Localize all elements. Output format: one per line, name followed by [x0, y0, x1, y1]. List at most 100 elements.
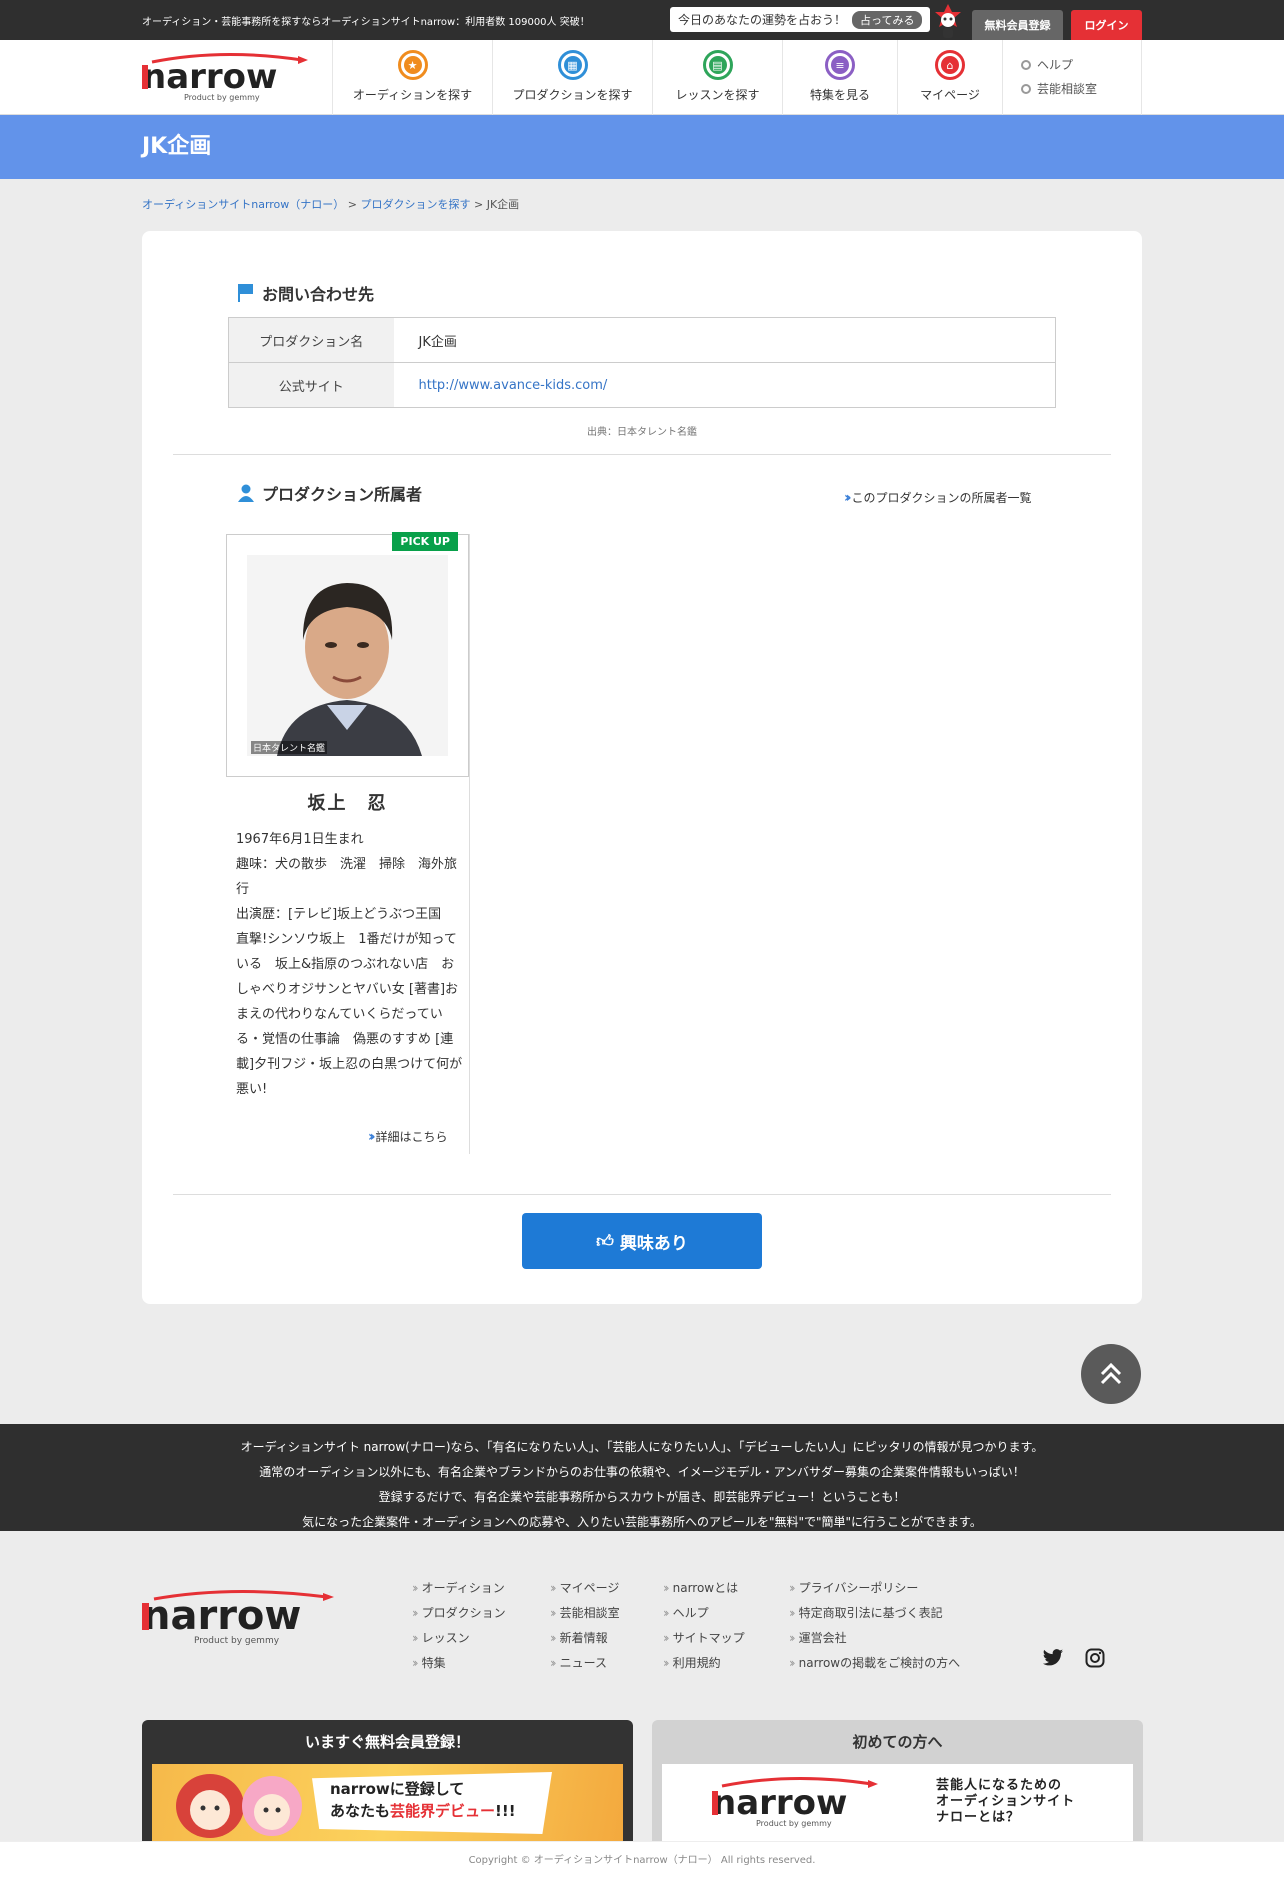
- svg-text:narrow: narrow: [142, 57, 277, 97]
- contact-title: お問い合わせ先: [238, 281, 374, 305]
- about-text-1: 芸能人になるための: [936, 1778, 1063, 1793]
- login-button[interactable]: ログイン: [1071, 10, 1142, 40]
- main-card: お問い合わせ先 プロダクション名 JK企画 公式サイト http://www.a…: [142, 231, 1142, 1304]
- flag-icon: [238, 284, 253, 302]
- member-bio: 1967年6月1日生まれ 趣味：犬の散歩 洗濯 掃除 海外旅行 出演歴：[テレビ…: [236, 832, 463, 1097]
- narrow-logo[interactable]: narrow Product by gemmy: [142, 50, 312, 102]
- member-list-link[interactable]: ›› このプロダクションの所属者一覧: [844, 489, 1032, 506]
- nav-mypage[interactable]: ⌂ マイページ: [897, 40, 1002, 115]
- fortune-banner[interactable]: 今日のあなたの運勢を占おう！ 占ってみる: [670, 7, 931, 32]
- fortune-text: 今日のあなたの運勢を占おう！: [678, 13, 847, 27]
- interest-button[interactable]: 👍︎ 興味あり: [522, 1213, 762, 1269]
- table-row: 公式サイト http://www.avance-kids.com/: [228, 362, 1056, 408]
- nav-auditions[interactable]: ★ オーディションを探す: [332, 40, 492, 115]
- fortune-button[interactable]: 占ってみる: [852, 10, 923, 29]
- footer-logo[interactable]: narrow Product by gemmy: [142, 1585, 342, 1645]
- footer-link[interactable]: ›› 特定商取引法に基づく表記: [789, 1600, 960, 1625]
- nav-label: オーディションを探す: [352, 88, 473, 102]
- nav-label: レッスンを探す: [675, 88, 760, 102]
- thumbs-up-icon: 👍︎: [596, 1231, 614, 1252]
- page-top-button[interactable]: [1081, 1344, 1141, 1404]
- footer-link[interactable]: ›› 芸能相談室: [550, 1600, 620, 1625]
- nav-features[interactable]: ≡ 特集を見る: [782, 40, 897, 115]
- row-label: 公式サイト: [228, 362, 394, 408]
- breadcrumb: オーディションサイトnarrow（ナロー） > プロダクションを探す > JK企…: [142, 198, 520, 211]
- footer-links-col4: ›› プライバシーポリシー ›› 特定商取引法に基づく表記 ›› 運営会社 ›› nar…: [789, 1575, 960, 1675]
- footer-links-col3: ›› narrowとは ›› ヘルプ ›› サイトマップ ›› 利用規約: [663, 1575, 745, 1675]
- header-side-links: ヘルプ 芸能相談室: [1002, 40, 1142, 115]
- member-detail-link[interactable]: ›› 詳細はこちら: [368, 1128, 448, 1145]
- footer-link[interactable]: ›› 新着情報: [550, 1625, 620, 1650]
- nav-label: マイページ: [920, 88, 980, 102]
- copyright: Copyright © オーディションサイトnarrow（ナロー） All ri…: [0, 1841, 1284, 1879]
- twitter-icon[interactable]: [1042, 1648, 1064, 1668]
- breadcrumb-current: JK企画: [486, 198, 520, 211]
- svg-text:narrow: narrow: [142, 1593, 301, 1639]
- table-row: プロダクション名 JK企画: [228, 317, 1056, 363]
- mascot-icon: [935, 4, 961, 38]
- promo-banner[interactable]: narrowに登録して あなたも芸能界デビュー!!!: [152, 1764, 623, 1842]
- footer-link[interactable]: ›› 利用規約: [663, 1650, 745, 1675]
- about-promo[interactable]: 初めての方へ narrow Product by gemmy 芸能人になるための…: [652, 1720, 1143, 1842]
- help-link[interactable]: ヘルプ: [1021, 56, 1141, 73]
- footer-link[interactable]: ›› 運営会社: [789, 1625, 960, 1650]
- footer-link[interactable]: ›› オーディション: [412, 1575, 506, 1600]
- promo-title: 初めての方へ: [852, 1733, 943, 1751]
- svg-text:Product by gemmy: Product by gemmy: [756, 1819, 832, 1828]
- narrow-logo: narrow Product by gemmy: [712, 1776, 878, 1828]
- circle-icon: [1021, 83, 1031, 94]
- double-chevron-icon: ››: [368, 1128, 375, 1145]
- breadcrumb-productions[interactable]: プロダクションを探す: [361, 198, 471, 211]
- nav-label: 特集を見る: [809, 88, 870, 102]
- svg-text:Product by gemmy: Product by gemmy: [184, 93, 260, 102]
- top-bar: オーディション・芸能事務所を探すならオーディションサイトnarrow：利用者数 …: [0, 0, 1284, 40]
- row-label: プロダクション名: [228, 317, 394, 363]
- about-banner[interactable]: narrow Product by gemmy 芸能人になるための オーディショ…: [662, 1764, 1133, 1842]
- promo-line2: あなたも芸能界デビュー!!!: [330, 1802, 516, 1820]
- register-button[interactable]: 無料会員登録: [972, 10, 1063, 40]
- home-icon: ⌂: [935, 50, 965, 80]
- promo-title: いますぐ無料会員登録！: [304, 1733, 470, 1751]
- divider: [173, 1194, 1111, 1195]
- member-photo-frame[interactable]: 日本タレント名鑑 PICK UP: [226, 532, 469, 777]
- double-up-chevron-icon: [1100, 1362, 1122, 1385]
- divider: [173, 454, 1111, 455]
- double-chevron-icon: ››: [844, 489, 851, 506]
- breadcrumb-home[interactable]: オーディションサイトnarrow（ナロー）: [142, 198, 344, 211]
- promo-line1: narrowに登録して: [330, 1780, 465, 1798]
- about-text-2: オーディションサイト: [936, 1794, 1076, 1809]
- svg-text:narrow: narrow: [712, 1783, 847, 1823]
- main-nav: ★ オーディションを探す ▦ プロダクションを探す ▤ レッスンを探す ≡ 特集…: [332, 40, 1002, 115]
- footer-links-col2: ›› マイページ ›› 芸能相談室 ›› 新着情報 ›› ニュース: [550, 1575, 620, 1675]
- footer-link[interactable]: ›› プロダクション: [412, 1600, 506, 1625]
- member-photo: [247, 555, 448, 756]
- building-icon: ▦: [557, 50, 588, 80]
- circle-icon: [1021, 59, 1031, 70]
- footer-link[interactable]: ›› ニュース: [550, 1650, 620, 1675]
- footer-link[interactable]: ›› マイページ: [550, 1575, 620, 1600]
- footer-links-col1: ›› オーディション ›› プロダクション ›› レッスン ›› 特集: [412, 1575, 506, 1675]
- member-card[interactable]: 日本タレント名鑑 PICK UP 坂上 忍 1967年6月1日生まれ 趣味：犬の…: [226, 532, 470, 1154]
- instagram-icon[interactable]: [1085, 1648, 1105, 1668]
- person-icon: [238, 484, 254, 502]
- nav-productions[interactable]: ▦ プロダクションを探す: [492, 40, 652, 115]
- mascot-illustration: [176, 1774, 302, 1838]
- footer-link[interactable]: ›› プライバシーポリシー: [789, 1575, 960, 1600]
- footer-link[interactable]: ›› narrowの掲載をご検討の方へ: [789, 1650, 960, 1675]
- site-header: narrow Product by gemmy ★ オーディションを探す ▦ プ…: [0, 40, 1284, 115]
- footer-link[interactable]: ›› ヘルプ: [663, 1600, 745, 1625]
- svg-text:Product by gemmy: Product by gemmy: [194, 1636, 280, 1645]
- footer-link[interactable]: ›› サイトマップ: [663, 1625, 745, 1650]
- consult-link[interactable]: 芸能相談室: [1021, 80, 1141, 97]
- footer-link[interactable]: ›› narrowとは: [663, 1575, 745, 1600]
- register-promo[interactable]: いますぐ無料会員登録！ narrowに登録して あなたも芸能界デビュー!!!: [142, 1720, 633, 1842]
- footer-link[interactable]: ›› レッスン: [412, 1625, 506, 1650]
- official-site-link[interactable]: http://www.avance-kids.com/: [419, 378, 608, 393]
- member-name[interactable]: 坂上 忍: [226, 789, 469, 815]
- page-title: JK企画: [142, 134, 212, 159]
- nav-lessons[interactable]: ▤ レッスンを探す: [652, 40, 782, 115]
- lesson-icon: ▤: [702, 50, 733, 80]
- footer-link[interactable]: ›› 特集: [412, 1650, 506, 1675]
- about-text-3: ナローとは？: [936, 1810, 1021, 1825]
- source-note: 出典：日本タレント名鑑: [587, 427, 697, 438]
